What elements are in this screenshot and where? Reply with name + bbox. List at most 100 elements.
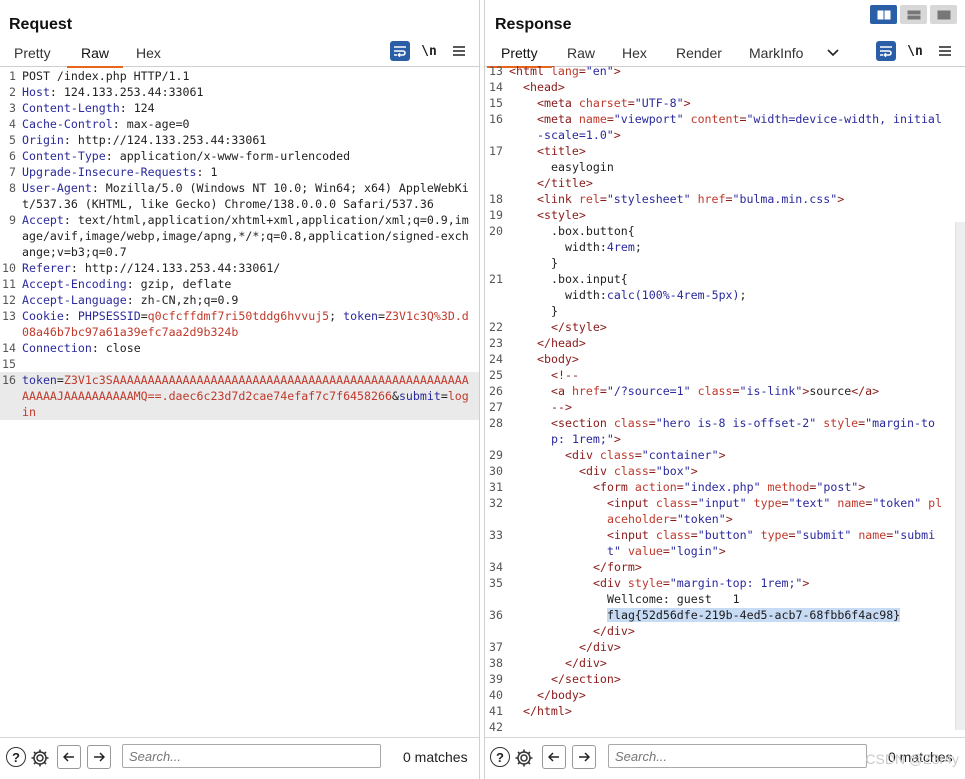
code-line[interactable]: 30 <div class="box"> — [485, 463, 955, 479]
code-line[interactable]: 29 <div class="container"> — [485, 447, 955, 463]
code-line[interactable]: 8 User-Agent: Mozilla/5.0 (Windows NT 10.… — [0, 180, 479, 212]
code-token: easylogin — [551, 160, 614, 174]
code-line[interactable]: 2 Host: 124.133.253.44:33061 — [0, 84, 479, 100]
code-token: Cache-Control — [22, 117, 113, 131]
code-line[interactable]: 14 <head> — [485, 79, 955, 95]
code-line[interactable]: 13 Cookie: PHPSESSID=q0cfcffdmf7ri50tddg6… — [0, 308, 479, 340]
wrap-lines-icon[interactable] — [876, 41, 896, 61]
request-search-input[interactable] — [122, 744, 381, 768]
code-token: = — [676, 480, 684, 494]
response-search-input[interactable] — [608, 744, 867, 768]
next-match-arrow-icon[interactable] — [87, 745, 111, 769]
request-editor[interactable]: 1 POST /index.php HTTP/1.1 2 Host: 124.133.… — [0, 68, 479, 737]
line-number: 22 — [489, 320, 503, 334]
response-vertical-scrollbar[interactable] — [955, 222, 965, 730]
code-line[interactable]: 6 Content-Type: application/x-www-form-ur… — [0, 148, 479, 164]
code-line[interactable]: 15 <meta charset="UTF-8"> — [485, 95, 955, 111]
code-token: = — [690, 528, 698, 542]
newline-toggle[interactable]: \n — [905, 41, 925, 61]
code-line[interactable]: 23 </head> — [485, 335, 955, 351]
code-line[interactable]: 36 flag{52d56dfe-219b-4ed5-acb7-68fbb6f4a… — [485, 607, 955, 623]
code-line[interactable]: 5 Origin: http://124.133.253.44:33061 — [0, 132, 479, 148]
code-line[interactable]: 9 Accept: text/html,application/xhtml+xml… — [0, 212, 479, 260]
code-line[interactable]: } — [485, 303, 955, 319]
code-line[interactable]: 25 <!-- — [485, 367, 955, 383]
line-number: 13 — [2, 309, 16, 323]
code-line[interactable]: 16 token=Z3V1c3SAAAAAAAAAAAAAAAAAAAAAAAAA… — [0, 372, 479, 420]
code-token: "post" — [816, 480, 859, 494]
code-token: </style> — [551, 320, 607, 334]
code-line[interactable]: 11 Accept-Encoding: gzip, deflate — [0, 276, 479, 292]
tab-request-raw[interactable]: Raw — [66, 45, 124, 68]
response-editor[interactable]: 13 <html lang="en"> 14 <head> 15 <meta charse… — [485, 63, 955, 737]
code-line[interactable]: 26 <a href="/?source=1" class="is-link">s… — [485, 383, 955, 399]
code-line[interactable]: 33 <input class="button" type="submit" na… — [485, 527, 955, 559]
chevron-down-icon[interactable] — [823, 43, 843, 63]
hamburger-icon[interactable] — [935, 41, 955, 61]
code-text: Host: 124.133.253.44:33061 — [22, 84, 479, 100]
code-line[interactable]: 12 Accept-Language: zh-CN,zh;q=0.9 — [0, 292, 479, 308]
previous-match-arrow-icon[interactable] — [542, 745, 566, 769]
previous-match-arrow-icon[interactable] — [57, 745, 81, 769]
code-line[interactable]: 28 <section class="hero is-8 is-offset-2"… — [485, 415, 955, 447]
code-line[interactable]: 42 — [485, 719, 955, 735]
layout-side-by-side-icon[interactable] — [870, 5, 897, 24]
code-line[interactable]: 10 Referer: http://124.133.253.44:33061/ — [0, 260, 479, 276]
request-tabbar: Pretty Raw Hex \n — [0, 40, 479, 68]
help-icon[interactable]: ? — [490, 747, 510, 767]
code-line[interactable]: 21 .box.input{ — [485, 271, 955, 287]
code-line[interactable]: 24 <body> — [485, 351, 955, 367]
code-token: = — [578, 64, 586, 78]
code-line[interactable]: } — [485, 255, 955, 271]
code-line[interactable]: 20 .box.button{ — [485, 223, 955, 239]
code-text: token=Z3V1c3SAAAAAAAAAAAAAAAAAAAAAAAAAAA… — [22, 372, 479, 420]
code-text: <input class="input" type="text" name="t… — [509, 495, 955, 527]
code-text: } — [509, 255, 955, 271]
code-line[interactable]: 17 <title> — [485, 143, 955, 159]
help-icon[interactable]: ? — [6, 747, 26, 767]
code-line[interactable]: 22 </style> — [485, 319, 955, 335]
code-line[interactable]: 34 </form> — [485, 559, 955, 575]
settings-gear-icon[interactable] — [513, 747, 535, 769]
code-line[interactable]: 38 </div> — [485, 655, 955, 671]
code-line[interactable]: 4 Cache-Control: max-age=0 — [0, 116, 479, 132]
code-line[interactable]: 7 Upgrade-Insecure-Requests: 1 — [0, 164, 479, 180]
code-line[interactable]: 39 </section> — [485, 671, 955, 687]
code-line[interactable]: 3 Content-Length: 124 — [0, 100, 479, 116]
code-line[interactable]: 40 </body> — [485, 687, 955, 703]
settings-gear-icon[interactable] — [29, 747, 51, 769]
code-token: > — [837, 192, 845, 206]
code-text: .box.input{ — [509, 271, 955, 287]
code-token: --> — [551, 400, 572, 414]
code-token: Host — [22, 85, 50, 99]
code-line[interactable]: 31 <form action="index.php" method="post"… — [485, 479, 955, 495]
code-line[interactable]: Wellcome: guest 1 — [485, 591, 955, 607]
hamburger-icon[interactable] — [449, 41, 469, 61]
wrap-lines-icon[interactable] — [390, 41, 410, 61]
code-line[interactable]: 18 <link rel="stylesheet" href="bulma.min… — [485, 191, 955, 207]
code-text: POST /index.php HTTP/1.1 — [22, 68, 479, 84]
code-line[interactable]: width:calc(100%-4rem-5px); — [485, 287, 955, 303]
code-line[interactable]: 37 </div> — [485, 639, 955, 655]
tab-request-hex[interactable]: Hex — [136, 45, 161, 67]
newline-toggle[interactable]: \n — [419, 41, 439, 61]
next-match-arrow-icon[interactable] — [572, 745, 596, 769]
layout-tabs-icon[interactable] — [930, 5, 957, 24]
code-line[interactable]: </title> — [485, 175, 955, 191]
code-line[interactable]: 15 — [0, 356, 479, 372]
layout-stacked-icon[interactable] — [900, 5, 927, 24]
code-line[interactable]: 14 Connection: close — [0, 340, 479, 356]
code-line[interactable]: 19 <style> — [485, 207, 955, 223]
code-line[interactable]: 1 POST /index.php HTTP/1.1 — [0, 68, 479, 84]
line-number: 21 — [489, 272, 503, 286]
code-line[interactable]: 13 <html lang="en"> — [485, 63, 955, 79]
code-line[interactable]: 35 <div style="margin-top: 1rem;"> — [485, 575, 955, 591]
code-line[interactable]: easylogin — [485, 159, 955, 175]
code-line[interactable]: 27 --> — [485, 399, 955, 415]
code-line[interactable]: 32 <input class="input" type="text" name=… — [485, 495, 955, 527]
code-line[interactable]: </div> — [485, 623, 955, 639]
code-line[interactable]: 16 <meta name="viewport" content="width=d… — [485, 111, 955, 143]
code-line[interactable]: 41 </html> — [485, 703, 955, 719]
tab-request-pretty[interactable]: Pretty — [14, 45, 51, 67]
code-line[interactable]: width:4rem; — [485, 239, 955, 255]
